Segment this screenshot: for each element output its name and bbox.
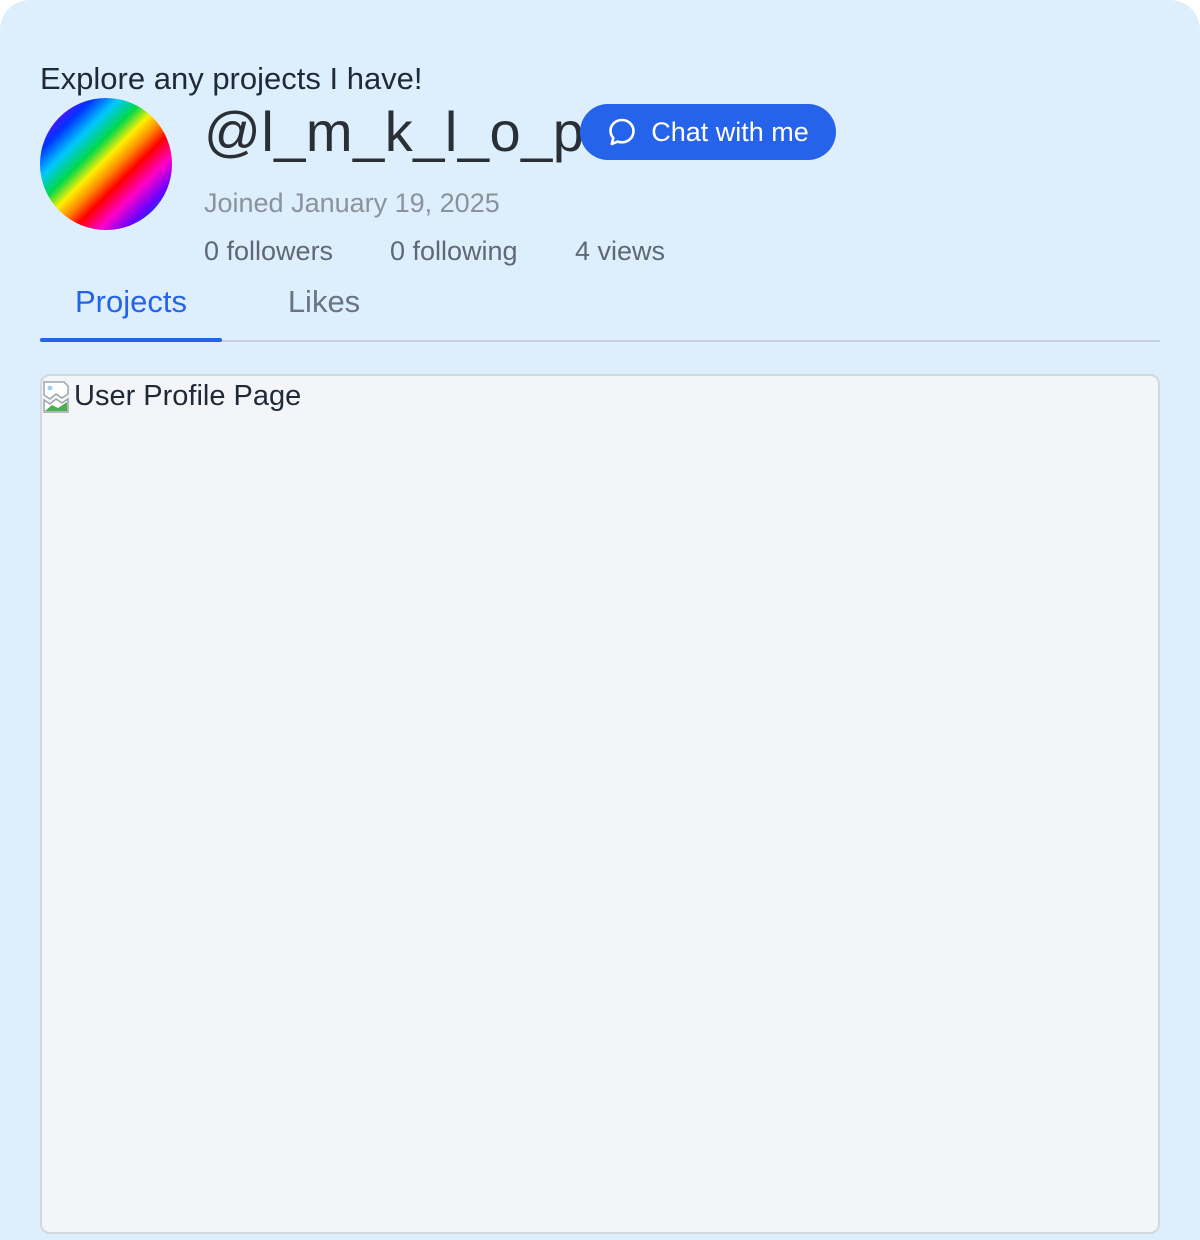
joined-date: Joined January 19, 2025 <box>204 188 500 218</box>
profile-tabs: Projects Likes <box>40 272 1160 342</box>
chat-with-me-button[interactable]: Chat with me <box>580 104 836 160</box>
tab-likes[interactable]: Likes <box>286 272 362 340</box>
followers-count[interactable]: 0 followers <box>204 234 390 268</box>
tab-projects[interactable]: Projects <box>40 272 222 342</box>
profile-username: @l_m_k_l_o_p <box>204 100 585 163</box>
broken-image: User Profile Page <box>42 378 301 414</box>
chat-button-label: Chat with me <box>651 116 809 147</box>
profile-stats: 0 followers 0 following 4 views <box>204 234 665 268</box>
broken-image-alt-text: User Profile Page <box>74 380 302 412</box>
profile-bio: Explore any projects I have! <box>40 61 423 96</box>
broken-image-icon <box>42 378 74 414</box>
following-count[interactable]: 0 following <box>390 234 575 268</box>
avatar <box>40 98 172 230</box>
views-count: 4 views <box>575 236 666 266</box>
project-preview-frame[interactable]: User Profile Page <box>40 374 1160 1234</box>
speech-bubble-icon <box>607 117 637 147</box>
profile-panel: Explore any projects I have! @l_m_k_l_o_… <box>0 0 1200 1240</box>
